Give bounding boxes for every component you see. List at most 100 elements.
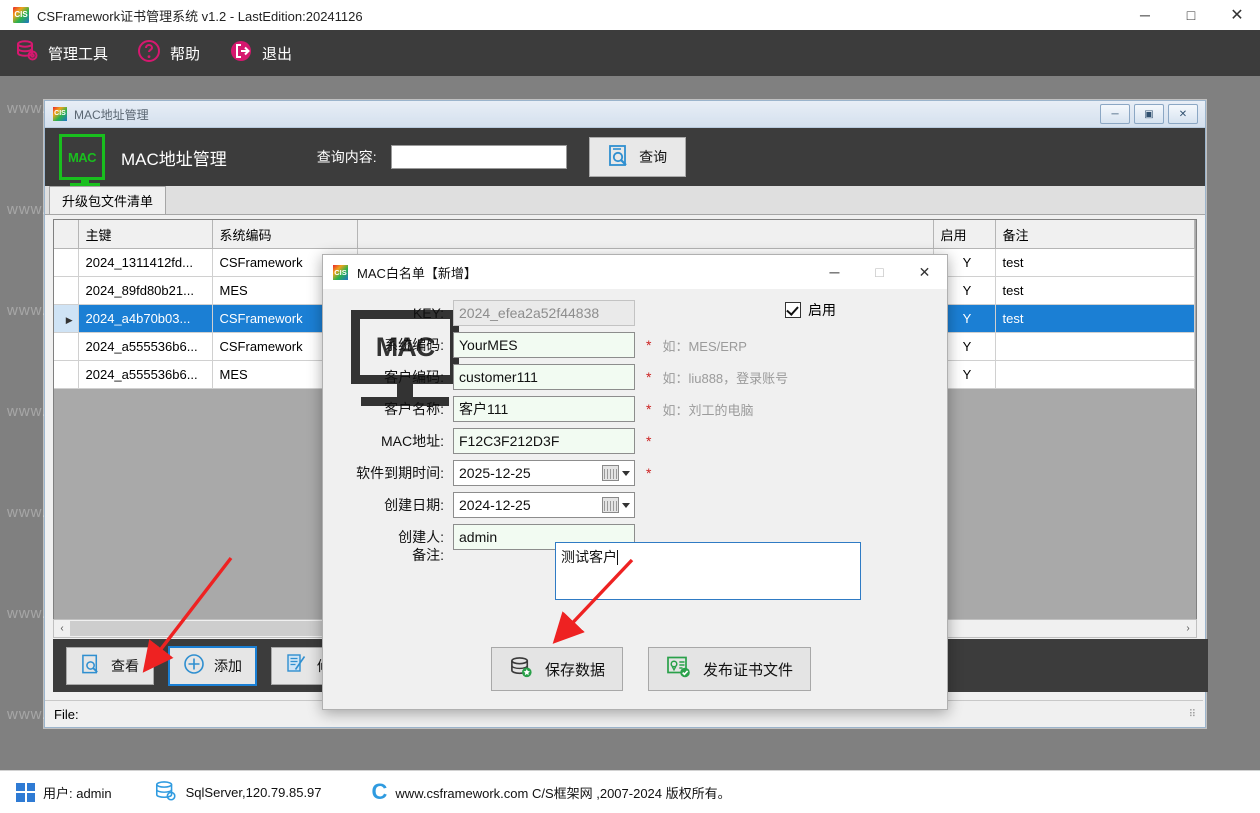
row-marker[interactable] [54, 276, 79, 305]
menu-item-admin-tools[interactable]: 管理工具 [0, 30, 122, 76]
csframework-logo-icon [53, 107, 67, 121]
memo-label: 备注: [412, 547, 444, 563]
memo-label-row: 备注: [335, 542, 453, 568]
dialog-publish-certificate-button-label: 发布证书文件 [703, 661, 794, 679]
field-label: 软件到期时间: [356, 465, 444, 481]
row-marker[interactable]: ▶ [54, 304, 79, 333]
mac-window-minimize-button[interactable]: ─ [1100, 104, 1130, 124]
main-menubar: 管理工具 帮助 退出 [0, 30, 1260, 76]
form-row: KEY: 2024_efea2a52f44838 [335, 300, 635, 326]
dialog-titlebar: MAC白名单【新增】 ─ □ ✕ [323, 255, 947, 289]
row-marker[interactable] [54, 360, 79, 389]
minimize-button[interactable]: ─ [1122, 0, 1168, 30]
field-input-3[interactable]: 客户111 [453, 396, 635, 422]
column-header-enabled[interactable]: 启用 [933, 220, 996, 249]
date-picker-controls[interactable] [602, 497, 632, 513]
calendar-icon[interactable] [602, 497, 619, 513]
search-input[interactable] [390, 145, 567, 169]
form-row: 系统编码: YourMES * 如：MES/ERP [335, 332, 747, 358]
memo-value: 测试客户 [561, 549, 617, 565]
chevron-down-icon[interactable] [622, 502, 630, 508]
field-label: 客户名称: [384, 401, 444, 417]
cell-remark[interactable]: test [995, 304, 1195, 333]
column-header-hidden [357, 220, 934, 249]
add-button[interactable]: 添加 [168, 645, 257, 686]
menu-item-help[interactable]: 帮助 [122, 30, 214, 76]
field-value: 2024-12-25 [459, 497, 531, 513]
field-hint: 如：刘工的电脑 [662, 402, 754, 418]
cell-key[interactable]: 2024_89fd80b21... [78, 276, 213, 305]
query-label: 查询内容: [316, 149, 377, 165]
view-button[interactable]: 查看 [66, 646, 154, 685]
dialog-title: MAC白名单【新增】 [357, 265, 477, 281]
statusbar-user-label: 用户: admin [43, 785, 112, 801]
statusbar-database: SqlServer,120.79.85.97 [154, 779, 322, 806]
save-data-button[interactable]: 保存数据 [491, 647, 624, 691]
form-row: 客户名称: 客户111 * 如：刘工的电脑 [335, 396, 753, 422]
row-selector-icon: ▶ [65, 315, 73, 325]
tab-upgrade-package-list[interactable]: 升级包文件清单 [49, 186, 167, 214]
save-data-button-label: 保存数据 [545, 661, 606, 679]
dialog-close-button[interactable]: ✕ [902, 255, 947, 289]
app-titlebar: CSFramework证书管理系统 v1.2 - LastEdition:202… [0, 0, 1260, 31]
statusbar-user: 用户: admin [16, 782, 112, 802]
cell-key[interactable]: 2024_a555536b6... [78, 332, 213, 361]
mac-logo-icon: MAC [59, 134, 105, 186]
cell-key[interactable]: 2024_1311412fd... [78, 248, 213, 277]
maximize-button[interactable]: □ [1168, 0, 1214, 30]
exit-arrow-icon [228, 38, 254, 68]
statusbar-copyright-label: www.csframework.com C/S框架网 ,2007-2024 版权… [395, 785, 731, 801]
mac-window-close-button[interactable]: ✕ [1168, 104, 1198, 124]
memo-textarea[interactable]: 测试客户 [555, 542, 861, 600]
tab-upgrade-package-list-label: 升级包文件清单 [62, 194, 154, 209]
field-input-6[interactable]: 2024-12-25 [453, 492, 635, 518]
edit-pencil-icon [286, 653, 308, 678]
app-statusbar: 用户: admin SqlServer,120.79.85.97 C www.c… [0, 770, 1260, 813]
cell-key[interactable]: 2024_a555536b6... [78, 360, 213, 389]
row-marker[interactable] [54, 332, 79, 361]
statusbar-database-label: SqlServer,120.79.85.97 [185, 784, 322, 800]
cell-remark[interactable]: test [995, 276, 1195, 305]
date-picker-controls[interactable] [602, 465, 632, 481]
chevron-down-icon[interactable] [622, 470, 630, 476]
dialog-publish-certificate-button[interactable]: 发布证书文件 [648, 647, 812, 691]
dialog-minimize-button[interactable]: ─ [812, 255, 857, 289]
close-button[interactable]: ✕ [1214, 0, 1260, 30]
enabled-checkbox[interactable]: 启用 [785, 300, 836, 320]
database-save-icon [509, 655, 534, 684]
field-value: admin [459, 529, 498, 545]
checkbox-checked-icon [785, 302, 801, 318]
row-marker[interactable] [54, 248, 79, 277]
dialog-footer: 保存数据 发布证书文件 [323, 629, 947, 709]
mac-window-restore-button[interactable]: ▣ [1134, 104, 1164, 124]
field-input-4[interactable]: F12C3F212D3F [453, 428, 635, 454]
scroll-right-arrow[interactable]: › [1180, 623, 1196, 634]
certificate-publish-icon [666, 655, 692, 683]
enabled-checkbox-label: 启用 [808, 302, 836, 318]
field-value: 2024_efea2a52f44838 [459, 305, 600, 321]
column-header-system[interactable]: 系统编码 [212, 220, 358, 249]
field-label: MAC地址: [381, 433, 444, 449]
cell-remark[interactable] [995, 332, 1195, 361]
scroll-left-arrow[interactable]: ‹ [54, 623, 70, 634]
dialog-maximize-button[interactable]: □ [857, 255, 902, 289]
field-input-1[interactable]: YourMES [453, 332, 635, 358]
column-header-remark[interactable]: 备注 [995, 220, 1195, 249]
column-header-key[interactable]: 主键 [78, 220, 213, 249]
required-marker: * [646, 401, 652, 417]
field-input-5[interactable]: 2025-12-25 [453, 460, 635, 486]
view-search-icon [81, 654, 102, 678]
cell-remark[interactable] [995, 360, 1195, 389]
menu-item-exit[interactable]: 退出 [214, 30, 306, 76]
search-button-label: 查询 [639, 149, 668, 165]
cell-remark[interactable]: test [995, 248, 1195, 277]
menu-item-admin-tools-label: 管理工具 [48, 45, 109, 63]
search-button[interactable]: 查询 [588, 137, 686, 177]
field-input-2[interactable]: customer111 [453, 364, 635, 390]
mac-window-header: MAC MAC地址管理 查询内容: 查询 [45, 128, 1205, 186]
calendar-icon[interactable] [602, 465, 619, 481]
field-label: 客户编码: [384, 369, 444, 385]
field-input-0[interactable]: 2024_efea2a52f44838 [453, 300, 635, 326]
resize-grip-icon[interactable]: ⠿ [1189, 709, 1197, 720]
cell-key[interactable]: 2024_a4b70b03... [78, 304, 213, 333]
